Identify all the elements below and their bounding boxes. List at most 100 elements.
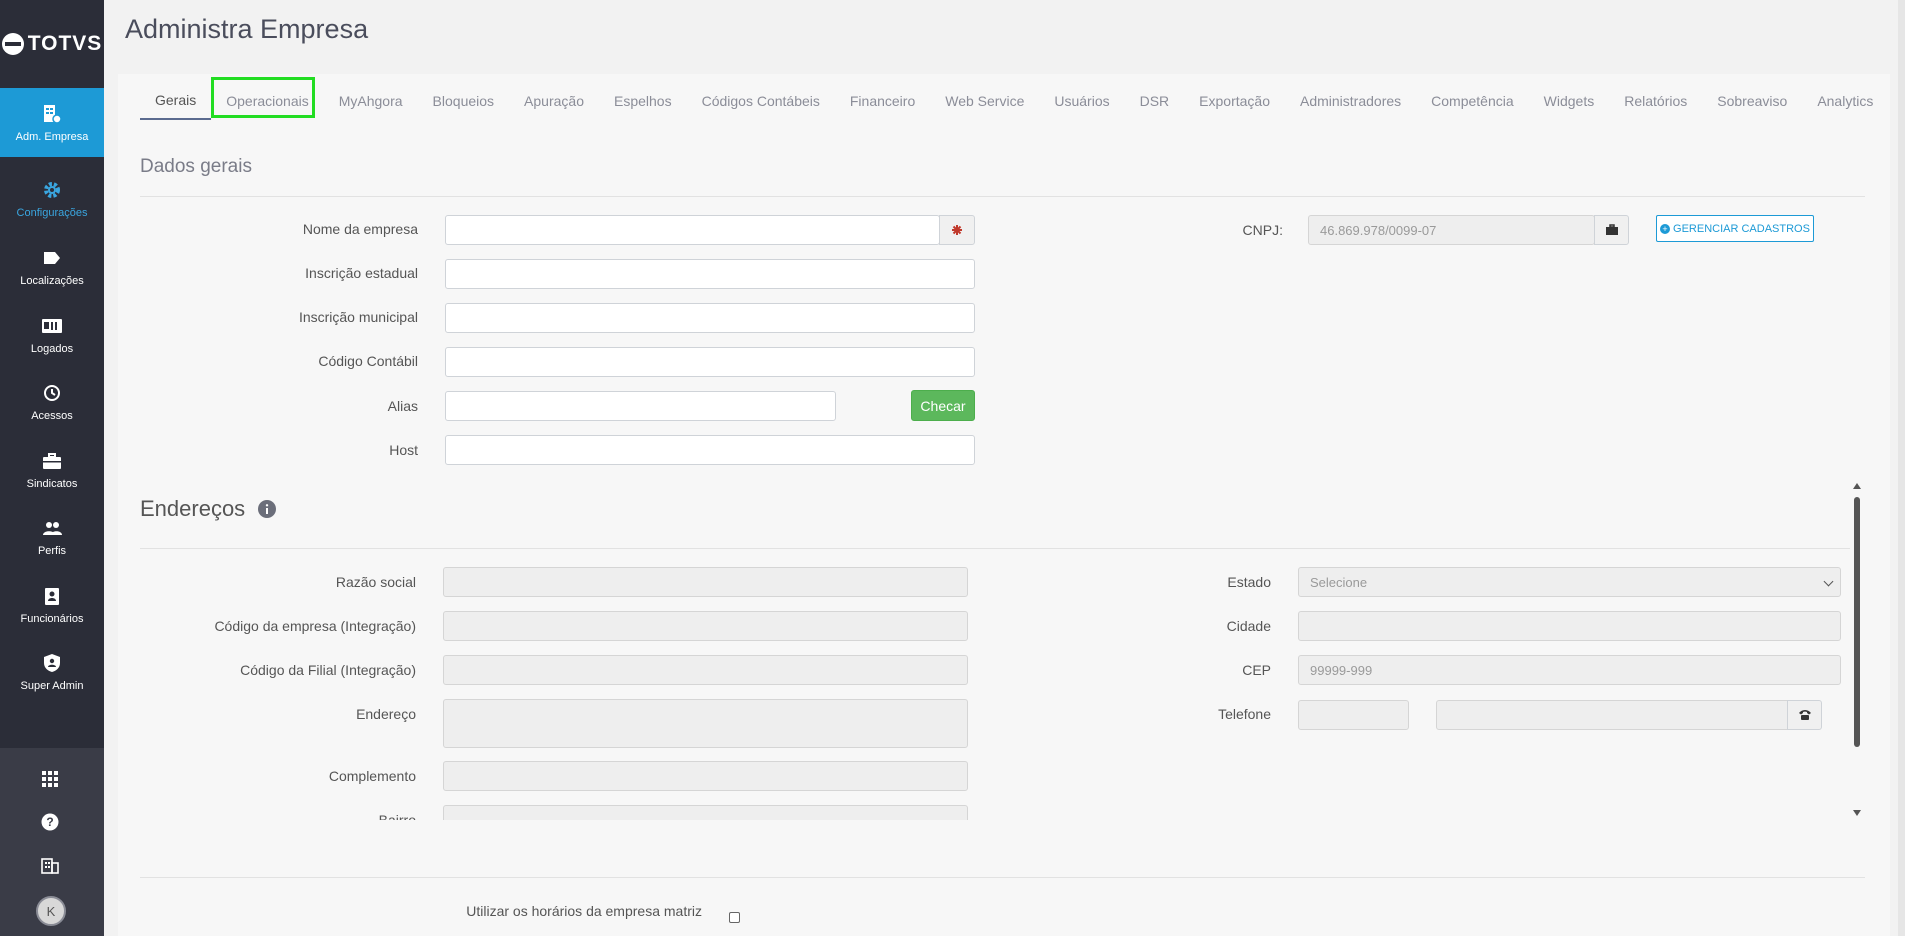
tab-relatorios[interactable]: Relatórios (1609, 82, 1702, 120)
label-razao-social: Razão social (335, 574, 416, 590)
asterisk-icon (952, 225, 962, 235)
sidebar-item-label: Localizações (20, 275, 84, 287)
label-endereco: Endereço (356, 706, 416, 722)
tab-espelhos[interactable]: Espelhos (599, 82, 687, 120)
complemento-input[interactable] (443, 761, 968, 791)
cnpj-input[interactable]: 46.869.978/0099-07 (1308, 215, 1595, 245)
label-inscricao-municipal: Inscrição municipal (298, 309, 418, 325)
history-icon (41, 382, 63, 404)
sidebar-item-perfis[interactable]: Perfis (0, 503, 104, 571)
razao-social-input[interactable] (443, 567, 968, 597)
cnpj-value: 46.869.978/0099-07 (1320, 223, 1437, 238)
sidebar-item-configuracoes[interactable]: Configurações (0, 165, 104, 233)
chevron-down-icon (1823, 576, 1834, 587)
tab-apuracao[interactable]: Apuração (509, 82, 599, 120)
tab-bloqueios[interactable]: Bloqueios (418, 82, 510, 120)
sidebar-item-label: Logados (30, 343, 74, 355)
label-nome-empresa: Nome da empresa (302, 221, 418, 237)
tab-dsr[interactable]: DSR (1125, 82, 1185, 120)
avatar[interactable]: K (36, 896, 66, 926)
sidebar-item-logados[interactable]: Logados (0, 301, 104, 369)
label-bairro: Bairro (378, 812, 416, 820)
tag-icon (41, 247, 63, 269)
host-input[interactable] (445, 435, 975, 465)
cep-input[interactable]: 99999-999 (1298, 655, 1841, 685)
cidade-input[interactable] (1298, 611, 1841, 641)
scroll-up-icon[interactable] (1853, 483, 1861, 489)
totvs-logo-mark (1, 33, 24, 55)
tab-widgets[interactable]: Widgets (1529, 82, 1610, 120)
label-inscricao-estadual: Inscrição estadual (305, 265, 418, 281)
tab-codigos-contabeis[interactable]: Códigos Contábeis (687, 82, 835, 120)
help-icon[interactable]: ? (36, 808, 64, 836)
tab-web-service[interactable]: Web Service (930, 82, 1039, 120)
codigo-empresa-input[interactable] (443, 611, 968, 641)
sidebar-item-super-admin[interactable]: Super Admin (0, 638, 104, 706)
inscricao-estadual-input[interactable] (445, 259, 975, 289)
label-host: Host (389, 442, 418, 458)
tab-sobreaviso[interactable]: Sobreaviso (1702, 82, 1802, 120)
required-addon (939, 215, 975, 245)
page-scrollbar[interactable] (1898, 0, 1905, 936)
tab-usuarios[interactable]: Usuários (1039, 82, 1124, 120)
checar-button[interactable]: Checar (911, 390, 975, 421)
matriz-checkbox[interactable] (729, 912, 740, 923)
telefone-ddd-input[interactable] (1298, 700, 1409, 730)
alias-input[interactable] (445, 391, 836, 421)
label-matriz: Utilizar os horários da empresa matriz (466, 903, 702, 919)
tab-administradores[interactable]: Administradores (1285, 82, 1416, 120)
users-icon (41, 517, 63, 539)
codigo-contabil-input[interactable] (445, 347, 975, 377)
label-cnpj: CNPJ: (1242, 222, 1283, 238)
label-codigo-contabil: Código Contábil (318, 353, 418, 369)
svg-text:?: ? (46, 815, 53, 829)
sidebar-item-sindicatos[interactable]: Sindicatos (0, 436, 104, 504)
label-estado: Estado (1227, 574, 1271, 590)
tabs-bar: Gerais Operacionais MyAhgora Bloqueios A… (140, 82, 1888, 120)
tab-gerais[interactable]: Gerais (140, 82, 212, 120)
gerenciar-cadastros-button[interactable]: + GERENCIAR CADASTROS (1656, 215, 1814, 242)
tab-myahgora[interactable]: MyAhgora (324, 82, 418, 120)
briefcase-icon (41, 450, 63, 472)
label-telefone: Telefone (1218, 706, 1271, 722)
tab-operacionais[interactable]: Operacionais (211, 82, 324, 120)
sidebar-item-label: Adm. Empresa (15, 130, 89, 143)
inscricao-municipal-input[interactable] (445, 303, 975, 333)
tab-exportacao[interactable]: Exportação (1184, 82, 1285, 120)
cnpj-briefcase-button[interactable] (1594, 215, 1629, 245)
company-icon[interactable] (36, 852, 64, 880)
enderecos-scrollbar-thumb[interactable] (1854, 497, 1860, 747)
gerenciar-label: GERENCIAR CADASTROS (1673, 222, 1810, 235)
sidebar-item-label: Funcionários (20, 613, 84, 625)
sidebar-item-label: Sindicatos (26, 478, 78, 490)
codigo-filial-input[interactable] (443, 655, 968, 685)
label-complemento: Complemento (328, 768, 416, 784)
telefone-addon[interactable] (1787, 700, 1822, 730)
sidebar-item-label: Super Admin (20, 680, 84, 692)
tab-analytics[interactable]: Analytics (1802, 82, 1888, 120)
totvs-logo[interactable]: TOTVS (0, 0, 104, 88)
sidebar-item-localizacoes[interactable]: Localizações (0, 233, 104, 301)
scroll-down-icon[interactable] (1853, 810, 1861, 816)
sidebar-item-funcionarios[interactable]: Funcionários (0, 571, 104, 639)
endereco-textarea[interactable] (443, 699, 968, 748)
sidebar-item-adm-empresa[interactable]: Adm. Empresa (0, 88, 104, 157)
nome-empresa-input[interactable] (445, 215, 940, 245)
enderecos-scroll-area[interactable]: Razão social Código da empresa (Integraç… (118, 480, 1854, 820)
estado-select-value: Selecione (1310, 575, 1368, 590)
plus-circle-icon: + (1660, 223, 1671, 234)
sidebar-item-acessos[interactable]: Acessos (0, 368, 104, 436)
briefcase-icon (1605, 224, 1618, 235)
estado-select[interactable]: Selecione (1298, 567, 1841, 597)
sidebar-item-label: Acessos (31, 410, 73, 422)
label-cep: CEP (1242, 662, 1271, 678)
tab-financeiro[interactable]: Financeiro (835, 82, 930, 120)
apps-grid-icon[interactable] (36, 765, 64, 793)
divider (140, 877, 1865, 878)
building-gear-icon (41, 103, 63, 125)
telefone-numero-input[interactable] (1436, 700, 1806, 730)
sidebar-item-label: Perfis (37, 545, 67, 557)
cep-placeholder: 99999-999 (1310, 663, 1373, 678)
tab-competencia[interactable]: Competência (1416, 82, 1529, 120)
bairro-input[interactable] (443, 805, 968, 820)
